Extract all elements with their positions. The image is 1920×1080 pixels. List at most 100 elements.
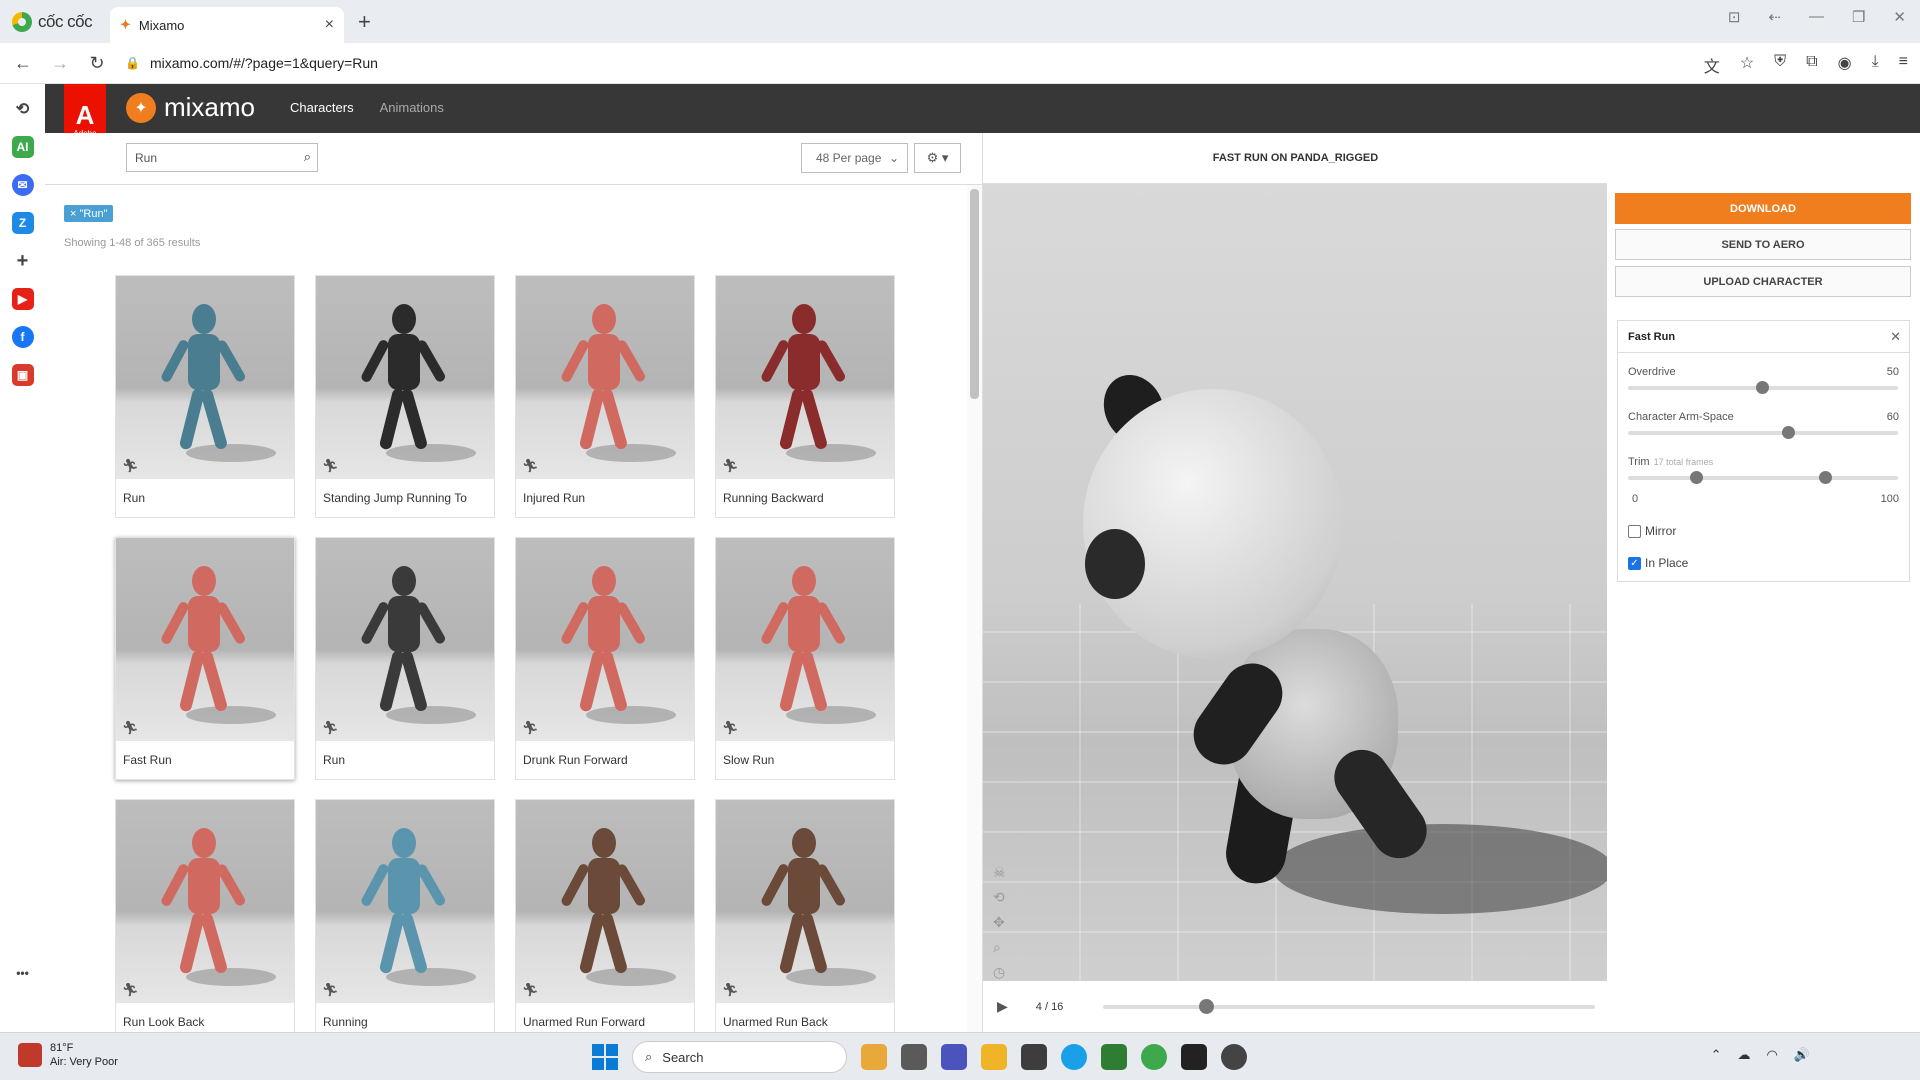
unity-icon[interactable] (1181, 1044, 1207, 1070)
trim-end-thumb[interactable] (1819, 471, 1832, 484)
animation-card[interactable]: 🏃︎ Drunk Run Forward (515, 537, 695, 780)
zoom-icon[interactable]: ⌕ (993, 939, 1006, 956)
app-m-icon[interactable] (1101, 1044, 1127, 1070)
extensions-icon[interactable]: ⧉ (1806, 53, 1817, 77)
menu-icon[interactable]: ≡ (1899, 53, 1908, 77)
file-explorer-icon[interactable] (981, 1044, 1007, 1070)
taskbar-search[interactable]: ⌕ Search (632, 1041, 847, 1073)
animation-thumbnail[interactable]: 🏃︎ (316, 276, 494, 479)
animation-card[interactable]: 🏃︎ Fast Run (115, 537, 295, 780)
animation-card[interactable]: 🏃︎ Running (315, 799, 495, 1032)
animation-thumbnail[interactable]: 🏃︎ (116, 276, 294, 479)
arm-space-slider[interactable] (1628, 431, 1898, 435)
shopping-icon[interactable]: ▣ (11, 364, 34, 386)
screenshot-icon[interactable]: ⊡ (1728, 8, 1741, 26)
animation-card[interactable]: 🏃︎ Unarmed Run Forward (515, 799, 695, 1032)
browser-tab[interactable]: ✦ Mixamo × (110, 7, 344, 43)
facebook-icon[interactable]: f (11, 326, 34, 348)
animation-thumbnail[interactable]: 🏃︎ (716, 800, 894, 1003)
mirror-box[interactable] (1628, 524, 1641, 538)
animation-thumbnail[interactable]: 🏃︎ (316, 800, 494, 1003)
animation-card[interactable]: 🏃︎ Standing Jump Running To (315, 275, 495, 518)
mixamo-logo[interactable]: ✦ mixamo (126, 92, 255, 123)
animation-thumbnail[interactable]: 🏃︎ (516, 538, 694, 741)
zalo-icon[interactable]: Z (11, 212, 34, 234)
trim-start-thumb[interactable] (1690, 471, 1703, 484)
messenger-icon[interactable]: ✉ (11, 174, 34, 196)
animation-card[interactable]: 🏃︎ Run (315, 537, 495, 780)
copilot-icon[interactable] (861, 1044, 887, 1070)
profile-icon[interactable]: ◉ (1838, 53, 1852, 77)
animation-thumbnail[interactable]: 🏃︎ (316, 538, 494, 741)
animation-card[interactable]: 🏃︎ Slow Run (715, 537, 895, 780)
animation-thumbnail[interactable]: 🏃︎ (716, 538, 894, 741)
url-field[interactable]: 🔒 mixamo.com/#/?page=1&query=Run (125, 55, 378, 71)
shield-icon[interactable]: ⛨ (1774, 53, 1786, 77)
weather-widget[interactable]: 81°F Air: Very Poor (18, 1041, 118, 1069)
volume-icon[interactable]: 🔊 (1794, 1047, 1810, 1063)
play-button[interactable]: ▶ (997, 998, 1008, 1015)
overdrive-thumb[interactable] (1756, 381, 1769, 394)
animation-card[interactable]: 🏃︎ Unarmed Run Back (715, 799, 895, 1032)
scrollbar-thumb[interactable] (970, 189, 979, 399)
restore-button[interactable]: ❐ (1852, 8, 1865, 26)
new-tab-button[interactable]: + (358, 9, 371, 35)
in-place-checkbox[interactable]: ✓ In Place (1628, 556, 1688, 570)
search-icon[interactable]: ⌕ (304, 149, 311, 165)
animation-thumbnail[interactable]: 🏃︎ (116, 538, 294, 741)
per-page-select[interactable]: 48 Per page ⌄ (801, 143, 908, 173)
reload-button[interactable]: ↻ (83, 53, 111, 74)
store-icon[interactable] (1021, 1044, 1047, 1070)
wifi-icon[interactable]: ◠ (1766, 1047, 1777, 1063)
coccoc-taskbar-icon[interactable] (1141, 1044, 1167, 1070)
mirror-checkbox[interactable]: Mirror (1628, 524, 1676, 538)
viewport-3d[interactable]: ☠ ⟲ ✥ ⌕ ◷ ▮ (983, 184, 1608, 981)
ai-icon[interactable]: AI (11, 136, 34, 158)
download-icon[interactable]: ⤓ (1872, 53, 1879, 77)
youtube-icon[interactable]: ▶ (11, 288, 34, 310)
timeline-thumb[interactable] (1199, 999, 1215, 1014)
add-sidebar-icon[interactable]: + (12, 250, 34, 272)
animation-thumbnail[interactable]: 🏃︎ (116, 800, 294, 1003)
settings-dropdown-button[interactable]: ⚙ ▾ (914, 143, 961, 173)
send-to-aero-button[interactable]: SEND TO AERO (1615, 229, 1911, 260)
animation-thumbnail[interactable]: 🏃︎ (716, 276, 894, 479)
translate-icon[interactable]: 文 (1704, 53, 1720, 77)
back-button[interactable]: ← (9, 53, 37, 74)
bookmark-star-icon[interactable]: ☆ (1740, 53, 1754, 77)
minimize-button[interactable]: — (1809, 8, 1824, 26)
more-icon[interactable]: ••• (12, 962, 34, 984)
arm-space-thumb[interactable] (1782, 426, 1795, 439)
task-view-icon[interactable] (901, 1044, 927, 1070)
animation-thumbnail[interactable]: 🏃︎ (516, 276, 694, 479)
upload-character-button[interactable]: UPLOAD CHARACTER (1615, 266, 1911, 297)
in-place-box[interactable]: ✓ (1628, 556, 1641, 570)
reset-view-icon[interactable]: ◷ (993, 964, 1006, 981)
edge-icon[interactable] (1061, 1044, 1087, 1070)
animation-card[interactable]: 🏃︎ Run Look Back (115, 799, 295, 1032)
close-window-button[interactable]: ✕ (1893, 8, 1906, 26)
pan-icon[interactable]: ✥ (993, 914, 1006, 931)
animation-card[interactable]: 🏃︎ Running Backward (715, 275, 895, 518)
download-button[interactable]: DOWNLOAD (1615, 193, 1911, 224)
nav-characters[interactable]: Characters (290, 100, 354, 115)
onedrive-icon[interactable]: ☁ (1737, 1047, 1750, 1063)
animation-card[interactable]: 🏃︎ Injured Run (515, 275, 695, 518)
history-icon[interactable]: ⟲ (12, 98, 34, 120)
chevron-up-icon[interactable]: ⌃ (1711, 1047, 1722, 1063)
query-filter-tag[interactable]: × "Run" (64, 205, 114, 222)
app-icon[interactable] (1221, 1044, 1247, 1070)
back-history-icon[interactable]: ⇠ (1768, 8, 1781, 26)
animation-card[interactable]: 🏃︎ Run (115, 275, 295, 518)
tab-close-icon[interactable]: × (325, 16, 334, 34)
search-input[interactable]: Run ⌕ (126, 143, 318, 172)
timeline-track[interactable] (1103, 1005, 1595, 1009)
animation-thumbnail[interactable]: 🏃︎ (516, 800, 694, 1003)
nav-animations[interactable]: Animations (380, 100, 444, 115)
teams-icon[interactable] (941, 1044, 967, 1070)
forward-button[interactable]: → (46, 53, 74, 74)
rotate-icon[interactable]: ⟲ (993, 889, 1006, 906)
windows-start-icon[interactable] (592, 1044, 618, 1070)
skeleton-icon[interactable]: ☠ (993, 864, 1006, 881)
trim-slider[interactable] (1628, 476, 1898, 480)
